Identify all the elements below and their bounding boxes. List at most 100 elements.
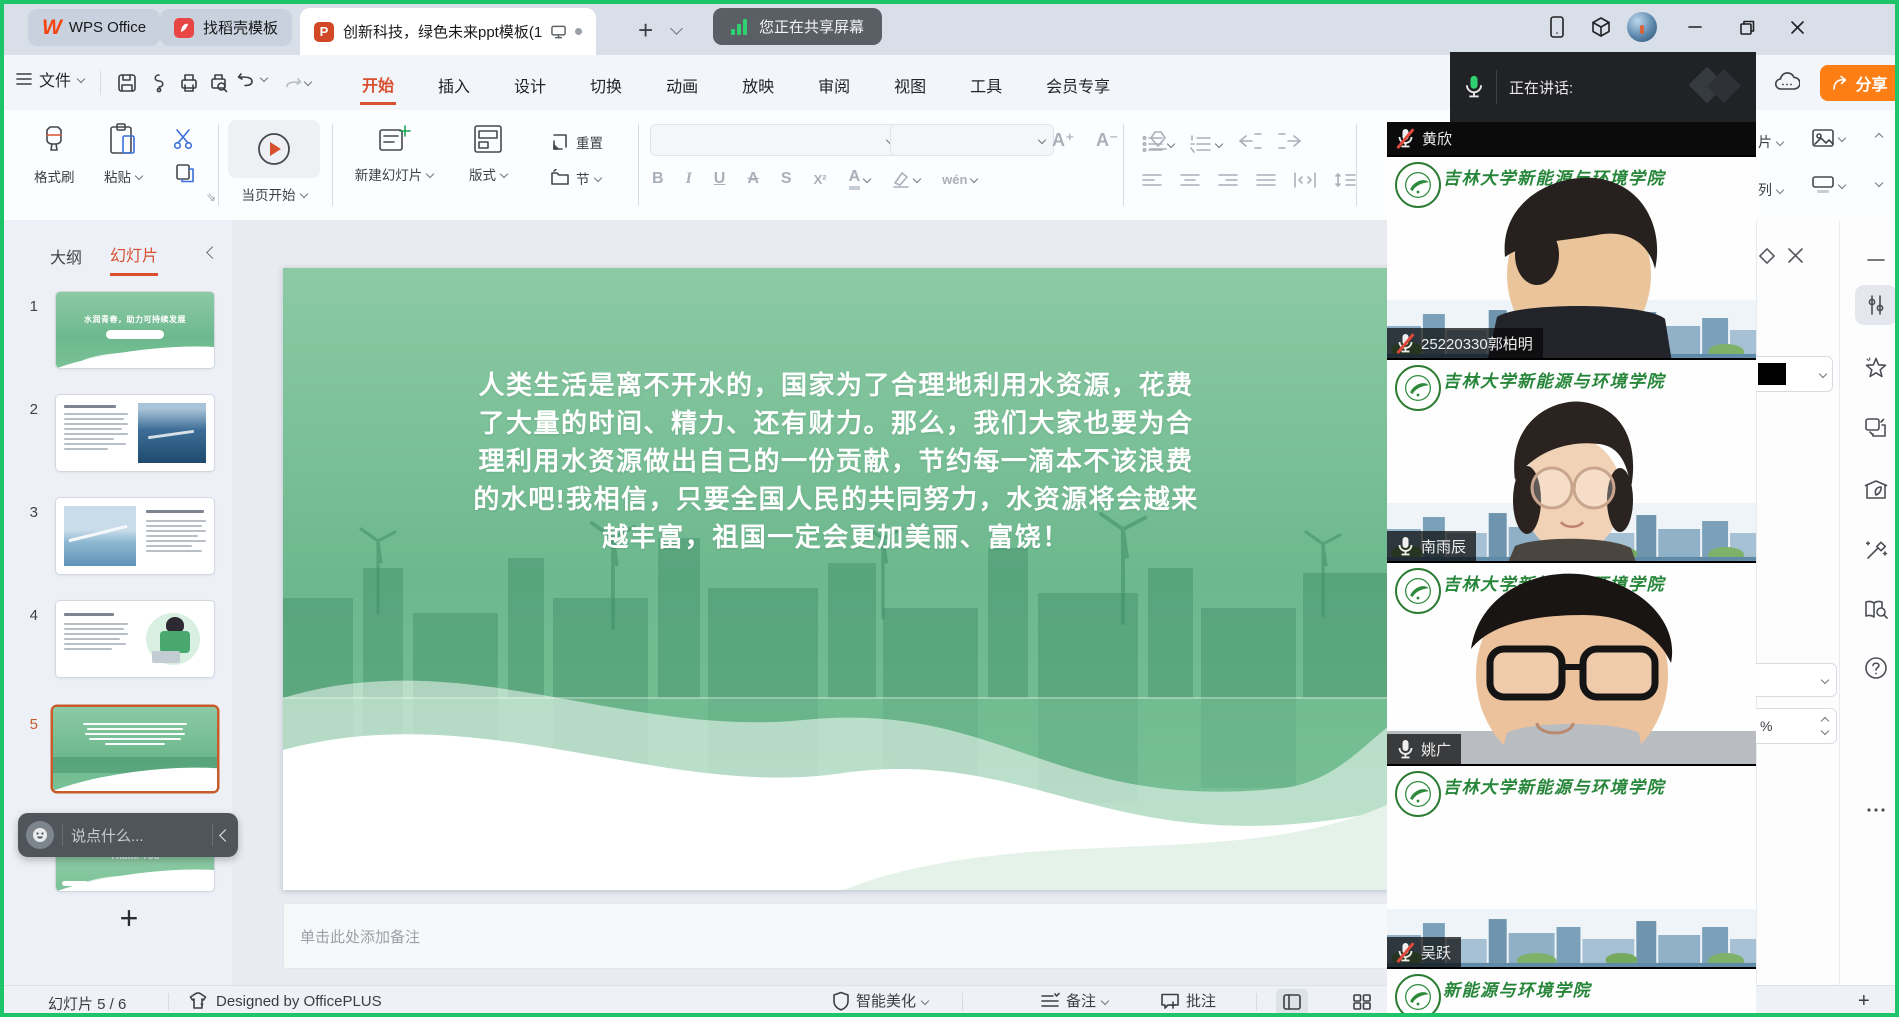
copy-button[interactable] xyxy=(174,162,196,189)
shadow-button[interactable]: S xyxy=(781,170,792,188)
participant-video-tile[interactable]: 吉林大学新能源与环境学院 姚广 xyxy=(1387,561,1756,764)
decrease-indent-button[interactable] xyxy=(1238,132,1262,155)
new-tab-button[interactable]: + xyxy=(638,15,653,46)
bullet-list-button[interactable] xyxy=(1142,135,1174,153)
play-from-current-button[interactable] xyxy=(228,120,320,178)
print-button[interactable] xyxy=(174,68,204,98)
section-button[interactable]: 节 xyxy=(550,168,601,188)
reset-button[interactable]: 重置 xyxy=(550,132,603,152)
menu-transition[interactable]: 切换 xyxy=(588,67,624,103)
comment-button[interactable]: 批注 xyxy=(1160,990,1216,1011)
menu-review[interactable]: 审阅 xyxy=(816,67,852,103)
font-color-button[interactable]: A xyxy=(849,168,871,190)
play-from-current-label[interactable]: 当页开始 xyxy=(228,184,320,204)
numbered-list-button[interactable] xyxy=(1190,135,1222,153)
comment-input[interactable]: 说点什么... xyxy=(71,825,204,846)
pane-minimize-icon[interactable] xyxy=(1853,240,1899,280)
cloud-sync-button[interactable] xyxy=(1772,67,1802,97)
italic-button[interactable]: I xyxy=(686,170,692,188)
slide-body-text[interactable]: 人类生活是离不开水的，国家为了合理地利用水资源，花费 了大量的时间、精力、还有财… xyxy=(283,366,1389,556)
transparency-spinner[interactable]: % xyxy=(1751,708,1837,744)
participant-video-tile[interactable]: 吉林大学新能源与环境学院 吴跃 xyxy=(1387,764,1756,967)
increase-font-button[interactable]: A⁺ xyxy=(1052,130,1075,151)
add-slide-button[interactable]: + xyxy=(104,900,154,937)
object-properties-button[interactable] xyxy=(1855,285,1897,325)
slide-canvas[interactable]: 人类生活是离不开水的，国家为了合理地利用水资源，花费 了大量的时间、精力、还有财… xyxy=(283,268,1389,890)
template-credit[interactable]: Designed by OfficePLUS xyxy=(188,991,382,1011)
find-resources-button[interactable] xyxy=(1853,590,1899,630)
eco-template-button[interactable] xyxy=(1853,470,1899,510)
export-button[interactable] xyxy=(144,68,174,98)
undo-button[interactable] xyxy=(236,68,267,88)
layout-button[interactable]: 版式 xyxy=(458,122,518,184)
format-painter-button[interactable]: 格式刷 xyxy=(34,124,75,186)
cut-button[interactable] xyxy=(172,128,196,155)
template-store-tab[interactable]: 找稻壳模板 xyxy=(160,9,292,46)
zoom-in-button[interactable]: + xyxy=(1858,990,1870,1013)
notes-input[interactable]: 单击此处添加备注 xyxy=(283,903,1423,969)
fill-color-dropdown[interactable] xyxy=(1751,356,1833,392)
document-tab[interactable]: P 创新科技，绿色未来ppt模板(1 xyxy=(300,8,596,55)
underline-button[interactable]: U xyxy=(714,170,726,188)
menu-home[interactable]: 开始 xyxy=(360,66,396,105)
new-slide-button[interactable]: 新建幻灯片 xyxy=(348,122,440,184)
arrange-button-fragment[interactable]: 列 xyxy=(1758,180,1783,200)
collapse-panel-chevron-icon[interactable] xyxy=(206,246,219,259)
bold-button[interactable]: B xyxy=(652,170,664,188)
picture-format-button[interactable] xyxy=(1812,128,1845,148)
pane-close-icon[interactable] xyxy=(1787,247,1804,269)
tab-slides[interactable]: 幻灯片 xyxy=(110,242,158,276)
magic-beautify-button[interactable] xyxy=(1853,530,1899,570)
slide-thumbnail-5-selected[interactable] xyxy=(53,707,217,791)
effects-star-button[interactable] xyxy=(1853,348,1899,388)
menu-insert[interactable]: 插入 xyxy=(436,67,472,103)
font-name-select[interactable] xyxy=(650,124,902,156)
menu-member[interactable]: 会员专享 xyxy=(1044,67,1112,103)
line-style-dropdown[interactable] xyxy=(1751,663,1837,697)
decrease-font-button[interactable]: A⁻ xyxy=(1096,130,1119,151)
paste-button[interactable]: 粘贴 xyxy=(104,122,142,186)
restore-button[interactable] xyxy=(1730,10,1764,44)
slide-thumbnail-1[interactable]: 水润青春，助力可持续发展 xyxy=(56,292,214,368)
menu-view[interactable]: 视图 xyxy=(892,67,928,103)
avatar[interactable] xyxy=(1627,12,1657,42)
pane-pin-icon[interactable] xyxy=(1757,246,1777,271)
menu-design[interactable]: 设计 xyxy=(512,67,548,103)
menu-tools[interactable]: 工具 xyxy=(968,67,1004,103)
slide-thumbnail-3[interactable] xyxy=(56,498,214,574)
participant-video-tile[interactable]: 吉林大学新能源与环境学院 25220330郭柏明 xyxy=(1387,155,1756,358)
mobile-sync-button[interactable] xyxy=(1540,10,1574,44)
minimize-button[interactable] xyxy=(1678,10,1712,44)
normal-view-button[interactable] xyxy=(1276,989,1308,1015)
share-button[interactable]: 分享 xyxy=(1820,65,1899,101)
home-tab[interactable]: W WPS Office xyxy=(28,9,160,46)
highlight-color-button[interactable] xyxy=(892,170,920,188)
save-button[interactable] xyxy=(112,68,142,98)
phonetic-guide-button[interactable]: wén xyxy=(942,172,977,187)
increase-indent-button[interactable] xyxy=(1278,132,1302,155)
distribute-button[interactable] xyxy=(1294,172,1316,193)
3d-resource-button[interactable] xyxy=(1584,10,1618,44)
superscript-button[interactable]: X² xyxy=(814,172,827,187)
help-button[interactable] xyxy=(1853,648,1899,688)
participant-row[interactable]: 黄欣 xyxy=(1387,122,1756,155)
smart-beautify-button[interactable]: 智能美化 xyxy=(832,990,928,1011)
emoji-icon[interactable] xyxy=(26,821,54,849)
more-tools-icon[interactable] xyxy=(1853,790,1899,830)
participant-video-tile[interactable]: 吉林大学新能源与环境学院 南雨辰 xyxy=(1387,358,1756,561)
menu-animation[interactable]: 动画 xyxy=(664,67,700,103)
slide-thumbnail-4[interactable] xyxy=(56,601,214,677)
print-preview-button[interactable] xyxy=(204,68,234,98)
shape-style-button[interactable] xyxy=(1812,176,1845,194)
align-right-button[interactable] xyxy=(1218,172,1238,193)
participant-video-tile-partial[interactable]: 新能源与环境学院 xyxy=(1387,967,1756,1017)
selection-pane-button[interactable] xyxy=(1853,408,1899,448)
align-left-button[interactable] xyxy=(1142,172,1162,193)
redo-button[interactable] xyxy=(278,68,308,98)
align-center-button[interactable] xyxy=(1180,172,1200,193)
font-size-select[interactable] xyxy=(890,124,1054,156)
slide-sorter-view-button[interactable] xyxy=(1346,989,1378,1015)
notes-toggle-button[interactable]: 备注 xyxy=(1040,990,1108,1011)
file-menu[interactable]: 文件 xyxy=(16,67,84,91)
tab-list-chevron-icon[interactable] xyxy=(670,22,683,35)
